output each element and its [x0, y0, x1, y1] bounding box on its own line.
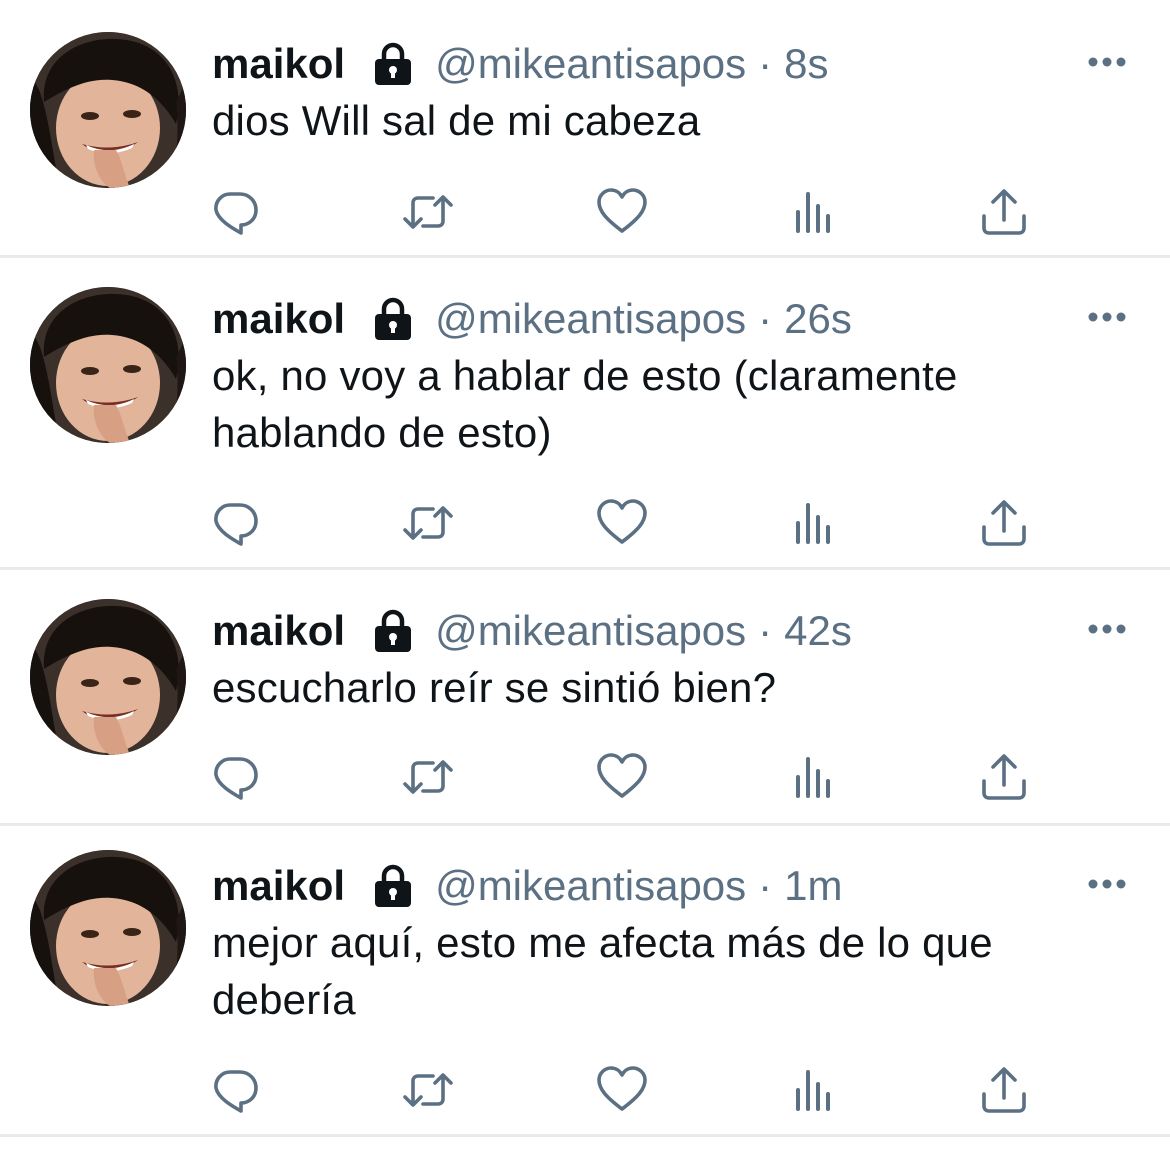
more-dots-icon[interactable] [1084, 864, 1130, 904]
tweet-header: maikol @mikeantisapos · 26s [212, 287, 852, 351]
analytics-icon[interactable] [786, 749, 842, 805]
tweet-text: mejor aquí, esto me afecta más de lo que… [212, 919, 993, 1023]
lock-icon [369, 40, 417, 88]
display-name[interactable]: maikol [212, 862, 345, 910]
more-dots-icon[interactable] [1084, 609, 1130, 649]
share-icon[interactable] [976, 1062, 1032, 1118]
reply-icon[interactable] [208, 184, 264, 240]
retweet-icon[interactable] [400, 1062, 456, 1118]
tweet-divider [0, 255, 1170, 258]
separator-dot: · [758, 862, 773, 909]
lock-icon [369, 607, 417, 655]
share-icon[interactable] [976, 495, 1032, 551]
timestamp[interactable]: 26s [784, 295, 852, 343]
user-handle[interactable]: @mikeantisapos [435, 607, 746, 655]
lock-icon [369, 295, 417, 343]
tweet-text: escucharlo reír se sintió bien? [212, 664, 777, 711]
analytics-icon[interactable] [786, 1062, 842, 1118]
tweet-text: ok, no voy a hablar de esto (claramente … [212, 352, 958, 456]
tweet-divider [0, 1134, 1170, 1137]
like-icon[interactable] [594, 749, 650, 805]
tweet-actions [0, 184, 1170, 240]
reply-icon[interactable] [208, 495, 264, 551]
more-dots-icon[interactable] [1084, 297, 1130, 337]
avatar[interactable] [30, 599, 186, 755]
avatar[interactable] [30, 850, 186, 1006]
lock-icon [369, 862, 417, 910]
retweet-icon[interactable] [400, 749, 456, 805]
avatar[interactable] [30, 32, 186, 188]
user-handle[interactable]: @mikeantisapos [435, 40, 746, 88]
retweet-icon[interactable] [400, 184, 456, 240]
avatar-image [30, 287, 186, 443]
more-dots-icon[interactable] [1084, 42, 1130, 82]
avatar[interactable] [30, 287, 186, 443]
separator-dot: · [758, 295, 773, 342]
tweet-header: maikol @mikeantisapos · 1m [212, 854, 843, 918]
timestamp[interactable]: 8s [784, 40, 828, 88]
tweet-actions [0, 1062, 1170, 1118]
like-icon[interactable] [594, 184, 650, 240]
display-name[interactable]: maikol [212, 295, 345, 343]
separator-dot: · [758, 607, 773, 654]
tweet-actions [0, 495, 1170, 551]
avatar-image [30, 850, 186, 1006]
timestamp[interactable]: 42s [784, 607, 852, 655]
tweet-text: dios Will sal de mi cabeza [212, 97, 701, 144]
like-icon[interactable] [594, 1062, 650, 1118]
tweet-header: maikol @mikeantisapos · 8s [212, 32, 829, 96]
like-icon[interactable] [594, 495, 650, 551]
analytics-icon[interactable] [786, 495, 842, 551]
separator-dot: · [758, 40, 773, 87]
tweet-header: maikol @mikeantisapos · 42s [212, 599, 852, 663]
avatar-image [30, 599, 186, 755]
reply-icon[interactable] [208, 749, 264, 805]
user-handle[interactable]: @mikeantisapos [435, 862, 746, 910]
display-name[interactable]: maikol [212, 40, 345, 88]
analytics-icon[interactable] [786, 184, 842, 240]
user-handle[interactable]: @mikeantisapos [435, 295, 746, 343]
tweet-divider [0, 567, 1170, 570]
tweet-divider [0, 823, 1170, 826]
reply-icon[interactable] [208, 1062, 264, 1118]
share-icon[interactable] [976, 749, 1032, 805]
display-name[interactable]: maikol [212, 607, 345, 655]
avatar-image [30, 32, 186, 188]
retweet-icon[interactable] [400, 495, 456, 551]
tweet-actions [0, 749, 1170, 805]
timestamp[interactable]: 1m [784, 862, 842, 910]
share-icon[interactable] [976, 184, 1032, 240]
